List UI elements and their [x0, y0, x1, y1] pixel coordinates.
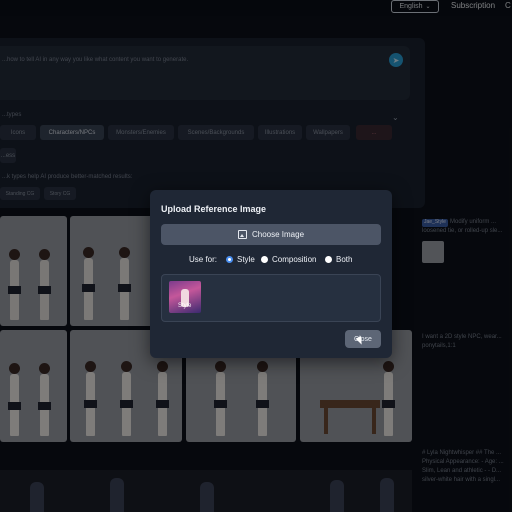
- reference-preview-area: Style: [161, 274, 381, 322]
- modal-title: Upload Reference Image: [161, 204, 267, 214]
- use-for-label: Use for:: [189, 255, 218, 264]
- close-button[interactable]: Close: [345, 330, 381, 348]
- radio-icon[interactable]: [325, 256, 332, 263]
- option-composition-label: Composition: [272, 255, 317, 264]
- option-composition[interactable]: Composition: [261, 255, 316, 264]
- option-both-label: Both: [336, 255, 353, 264]
- preview-style-label: Style: [178, 303, 192, 309]
- choose-image-label: Choose Image: [251, 230, 305, 239]
- radio-icon[interactable]: [261, 256, 268, 263]
- radio-selected-icon[interactable]: [226, 256, 233, 263]
- reference-image-thumbnail[interactable]: Style: [169, 281, 201, 313]
- choose-image-button[interactable]: Choose Image: [161, 224, 381, 245]
- option-style-label: Style: [237, 255, 255, 264]
- image-icon: [237, 230, 247, 239]
- upload-reference-modal: Upload Reference Image Choose Image Use …: [150, 190, 392, 358]
- option-both[interactable]: Both: [325, 255, 352, 264]
- option-style[interactable]: Style: [226, 255, 255, 264]
